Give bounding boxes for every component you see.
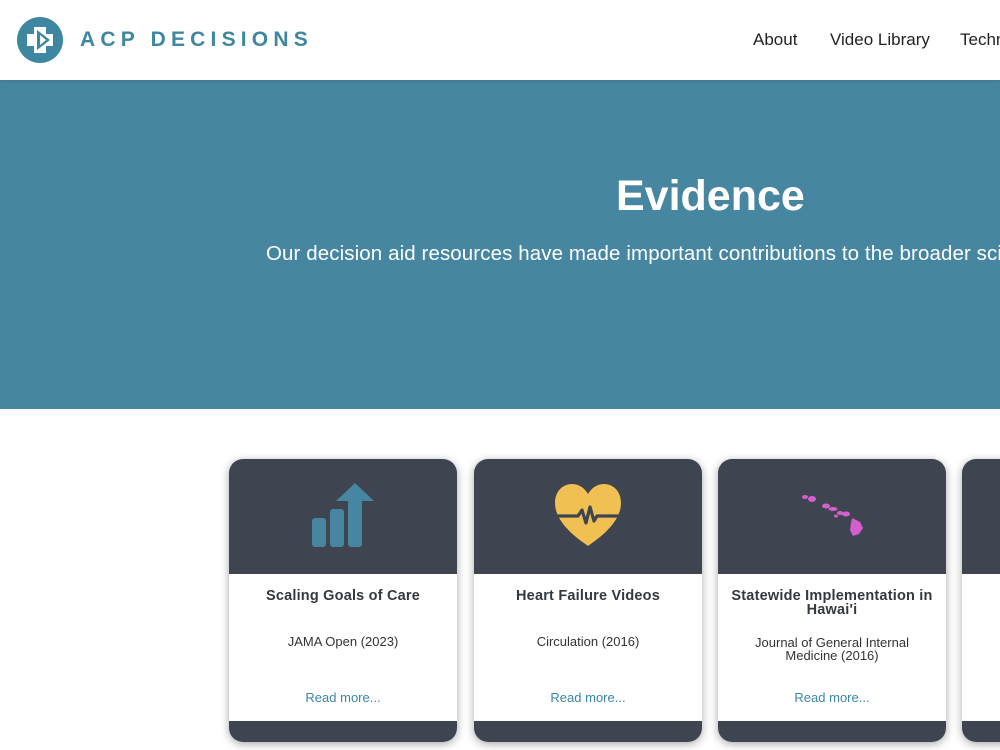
read-more-link[interactable]: Read more... bbox=[474, 690, 702, 705]
card-heart-failure[interactable]: Heart Failure Videos Circulation (2016) … bbox=[474, 459, 702, 742]
hero-description: Our decision aid resources have made imp… bbox=[266, 242, 1000, 265]
card-source: Journal of General Internal Medicine (20… bbox=[755, 635, 909, 663]
brand-name[interactable]: ACP DECISIONS bbox=[80, 28, 313, 52]
read-more-link[interactable]: Read more... bbox=[229, 690, 457, 705]
nav-about[interactable]: About bbox=[753, 30, 797, 50]
site-header: ACP DECISIONS About Video Library Techn bbox=[0, 0, 1000, 80]
hawaii-map-icon bbox=[802, 495, 863, 536]
card-hawaii[interactable]: Statewide Implementation in Hawai'i Jour… bbox=[718, 459, 946, 742]
bar-chart-up-icon bbox=[312, 483, 374, 547]
card-footer bbox=[474, 721, 702, 742]
card-title: Scaling Goals of Care bbox=[265, 588, 421, 604]
heart-pulse-icon bbox=[553, 484, 623, 546]
card-partial[interactable] bbox=[962, 459, 1000, 742]
card-footer bbox=[962, 721, 1000, 742]
evidence-cards: Scaling Goals of Care JAMA Open (2023) R… bbox=[0, 409, 1000, 750]
read-more-link[interactable]: Read more... bbox=[718, 690, 946, 705]
nav-technical[interactable]: Techn bbox=[960, 30, 1000, 50]
card-footer bbox=[718, 721, 946, 742]
card-title: Heart Failure Videos bbox=[516, 588, 660, 604]
hero-banner: Evidence Our decision aid resources have… bbox=[0, 80, 1000, 409]
card-header bbox=[962, 459, 1000, 574]
card-source: JAMA Open (2023) bbox=[287, 634, 399, 649]
nav-video-library[interactable]: Video Library bbox=[830, 30, 930, 50]
card-title: Statewide Implementation in Hawai'i bbox=[731, 588, 933, 618]
acp-logo-icon[interactable] bbox=[17, 17, 63, 63]
card-source: Circulation (2016) bbox=[536, 634, 640, 649]
page-title: Evidence bbox=[616, 172, 805, 220]
card-footer bbox=[229, 721, 457, 742]
card-scaling-goals[interactable]: Scaling Goals of Care JAMA Open (2023) R… bbox=[229, 459, 457, 742]
